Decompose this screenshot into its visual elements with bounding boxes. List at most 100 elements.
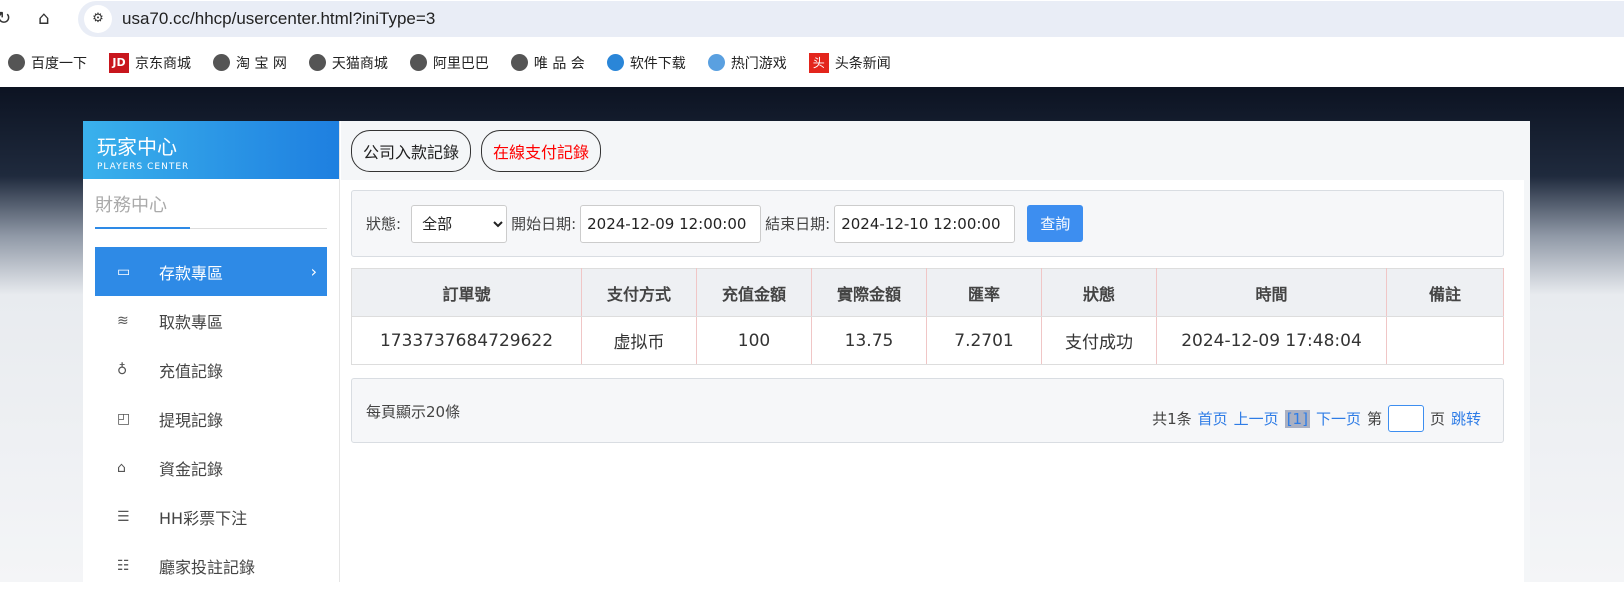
current-page: [1] <box>1284 409 1310 428</box>
sidebar-item-label: 廳家投註記錄 <box>159 557 256 577</box>
sidebar-menu: ▭ 存款專區 › ≋ 取款專區 ♁ 充值記錄 ◰ 提現記錄 ⌂ 資金記錄 ☰ HH彩票下注 ☷… <box>95 247 327 590</box>
column-header: 狀態 <box>1041 268 1157 317</box>
end-date-input[interactable] <box>834 204 1016 243</box>
bookmark-label: 淘 宝 网 <box>236 55 287 72</box>
chevron-right-icon: › <box>310 262 317 281</box>
sidebar-item-label: 存款專區 <box>159 263 224 283</box>
pagination-bar: 每頁顯示20條 共1条 首页 上一页 [1] 下一页 第 页 跳转 <box>351 378 1504 443</box>
site-settings-icon[interactable]: ⚙ <box>84 5 112 33</box>
card-icon: ▭ <box>117 263 131 280</box>
sidebar-item-label: 充值記錄 <box>159 361 224 381</box>
status-select[interactable]: 全部 <box>411 204 508 243</box>
table-header-row: 訂單號 支付方式 充值金額 實際金額 匯率 狀態 時間 備註 <box>351 268 1504 317</box>
bookmarks-bar: 百度一下 JD 京东商城 淘 宝 网 天猫商城 阿里巴巴 唯 品 会 软件下载 热… <box>0 38 1624 87</box>
toutiao-icon: 头 <box>808 52 829 73</box>
filter-bar: 狀態: 全部 開始日期: 結束日期: 查詢 <box>351 190 1504 257</box>
sidebar-item-withdraw-records[interactable]: ◰ 提現記錄 <box>95 394 327 443</box>
bookmark[interactable]: 阿里巴巴 <box>409 53 489 73</box>
sidebar-item-label: HH彩票下注 <box>159 508 248 528</box>
list-icon: ☰ <box>117 508 130 525</box>
sidebar-item-recharge-records[interactable]: ♁ 充值記錄 <box>95 345 327 394</box>
start-date-input[interactable] <box>580 204 762 243</box>
sidebar-item-label: 資金記錄 <box>159 459 224 479</box>
page-suffix: 页 <box>1429 410 1445 428</box>
bookmark-label: 热门游戏 <box>730 55 787 72</box>
column-header: 時間 <box>1156 268 1387 317</box>
tab-company-deposit[interactable]: 公司入款記錄 <box>351 129 472 172</box>
logo-title: 玩家中心 <box>97 135 177 159</box>
prev-page-link[interactable]: 上一页 <box>1234 408 1279 429</box>
status-label: 狀態: <box>366 215 402 233</box>
page-number-input[interactable] <box>1387 405 1424 432</box>
next-page-link[interactable]: 下一页 <box>1316 408 1361 429</box>
bookmark[interactable]: 唯 品 会 <box>510 53 585 73</box>
column-header: 支付方式 <box>581 268 697 317</box>
bookmark-label: 京东商城 <box>135 55 191 72</box>
column-header: 訂單號 <box>351 268 582 317</box>
bookmark[interactable]: 天猫商城 <box>308 53 388 73</box>
money-icon: ⌂ <box>117 459 126 476</box>
cash-icon: ≋ <box>117 312 129 329</box>
sidebar-item-deposit[interactable]: ▭ 存款專區 › <box>95 247 327 296</box>
address-bar-row: ↻ ⌂ ⚙ usa70.cc/hhcp/usercenter.html?iniT… <box>0 0 1624 38</box>
globe-icon <box>213 54 230 71</box>
records-content: 狀態: 全部 開始日期: 結束日期: 查詢 訂單號 支付方式 充值金額 實際金額… <box>341 180 1524 582</box>
recharge-amount: 100 <box>696 316 812 365</box>
query-button[interactable]: 查詢 <box>1027 205 1084 242</box>
reload-icon[interactable]: ↻ <box>0 8 11 29</box>
bookmark[interactable]: 软件下载 <box>606 53 686 73</box>
sidebar: 玩家中心 PLAYERS CENTER 財務中心 ▭ 存款專區 › ≋ 取款專區 ♁ 充… <box>83 121 340 582</box>
url-bar[interactable]: ⚙ usa70.cc/hhcp/usercenter.html?iniType=… <box>78 1 1624 37</box>
bookmark[interactable]: 热门游戏 <box>707 53 787 73</box>
sidebar-item-lottery-bets[interactable]: ☰ HH彩票下注 <box>95 492 327 541</box>
status: 支付成功 <box>1041 316 1157 365</box>
table-row: 1733737684729622 虚拟币 100 13.75 7.2701 支付… <box>351 316 1504 365</box>
bookmark[interactable]: 百度一下 <box>8 53 87 73</box>
sidebar-item-withdraw[interactable]: ≋ 取款專區 <box>95 296 327 345</box>
jd-icon: JD <box>109 52 129 73</box>
money-bag-icon: ♁ <box>117 361 128 378</box>
start-date-label: 開始日期: <box>511 215 577 233</box>
section-title: 財務中心 <box>95 191 327 229</box>
bookmark-label: 软件下载 <box>629 55 686 72</box>
globe-icon <box>510 54 528 71</box>
sidebar-item-label: 取款專區 <box>159 312 224 332</box>
payment-method: 虚拟币 <box>581 316 697 365</box>
list-icon: ☷ <box>117 557 130 574</box>
column-header: 充值金額 <box>696 268 812 317</box>
bookmark-label: 百度一下 <box>31 55 87 72</box>
record-tabs: 公司入款記錄 在線支付記錄 <box>341 121 1530 180</box>
wallet-icon: ◰ <box>117 410 131 427</box>
download-icon <box>606 54 624 71</box>
url-text[interactable]: usa70.cc/hhcp/usercenter.html?iniType=3 <box>122 9 435 29</box>
pagination: 共1条 首页 上一页 [1] 下一页 第 页 跳转 <box>1152 405 1481 432</box>
sidebar-item-fund-records[interactable]: ⌂ 資金記錄 <box>95 443 327 492</box>
page-prefix: 第 <box>1366 410 1382 428</box>
total-count: 共1条 <box>1152 410 1192 428</box>
bookmark[interactable]: 淘 宝 网 <box>213 53 287 73</box>
records-table: 訂單號 支付方式 充值金額 實際金額 匯率 狀態 時間 備註 173373768… <box>351 268 1504 365</box>
bookmark[interactable]: 头头条新闻 <box>808 52 891 73</box>
home-icon[interactable]: ⌂ <box>38 8 49 29</box>
jump-link[interactable]: 跳转 <box>1451 408 1481 429</box>
globe-icon <box>409 54 427 71</box>
bookmark[interactable]: JD 京东商城 <box>109 52 191 73</box>
end-date-label: 結束日期: <box>765 215 831 233</box>
exchange-rate: 7.2701 <box>926 316 1042 365</box>
order-number: 1733737684729622 <box>351 316 582 365</box>
main-content: 公司入款記錄 在線支付記錄 狀態: 全部 開始日期: 結束日期: 查詢 訂單號 … <box>341 121 1530 582</box>
user-center-panel: 玩家中心 PLAYERS CENTER 財務中心 ▭ 存款專區 › ≋ 取款專區 ♁ 充… <box>83 121 1530 582</box>
game-icon <box>707 54 725 71</box>
players-center-logo: 玩家中心 PLAYERS CENTER <box>83 121 339 179</box>
logo-subtitle: PLAYERS CENTER <box>97 162 190 172</box>
column-header: 實際金額 <box>811 268 927 317</box>
tab-online-payment[interactable]: 在線支付記錄 <box>481 129 602 172</box>
sidebar-item-label: 提現記錄 <box>159 410 224 430</box>
column-header: 匯率 <box>926 268 1042 317</box>
bookmark-label: 阿里巴巴 <box>432 55 489 72</box>
first-page-link[interactable]: 首页 <box>1198 408 1228 429</box>
bookmark-label: 头条新闻 <box>834 55 891 72</box>
globe-icon <box>8 54 25 71</box>
sidebar-item-bet-records[interactable]: ☷ 廳家投註記錄 <box>95 541 327 590</box>
time: 2024-12-09 17:48:04 <box>1156 316 1387 365</box>
